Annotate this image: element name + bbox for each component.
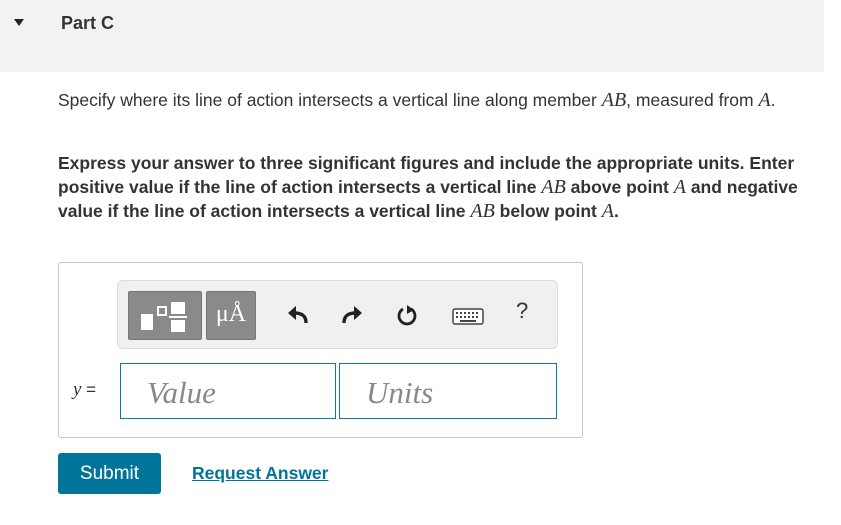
math-member: AB [541, 176, 566, 198]
help-button[interactable]: ? [516, 298, 528, 324]
undo-icon [288, 306, 308, 324]
variable-label: y = [73, 379, 96, 401]
question-text-segment: , measured from [626, 90, 759, 110]
question-text-segment: . [770, 90, 776, 110]
math-member: AB [470, 200, 495, 222]
units-input[interactable]: Units [339, 363, 557, 419]
question-text-segment: Specify where its line of action interse… [58, 90, 602, 110]
question-text: Specify where its line of action interse… [58, 89, 818, 111]
value-placeholder: Value [147, 375, 216, 410]
keyboard-button[interactable] [452, 303, 484, 329]
math-point: A [673, 176, 686, 198]
math-member: AB [601, 89, 627, 111]
units-button[interactable]: μÅ [206, 291, 256, 340]
instruction-segment: above point [565, 177, 674, 197]
collapse-caret-icon[interactable] [14, 19, 24, 26]
request-answer-link[interactable]: Request Answer [192, 463, 328, 484]
instruction-segment: . [613, 201, 619, 221]
reset-icon [397, 305, 417, 326]
templates-button[interactable] [128, 291, 202, 340]
units-symbol: μÅ [215, 301, 247, 327]
instruction-segment: below point [494, 201, 602, 221]
submit-button[interactable]: Submit [58, 453, 161, 494]
value-input[interactable]: Value [120, 363, 336, 419]
part-header[interactable]: Part C [0, 0, 824, 72]
answer-box: μÅ ? y = Value Units [58, 262, 583, 438]
equals-sign: = [81, 380, 97, 399]
redo-icon [342, 306, 362, 324]
redo-button[interactable] [338, 303, 364, 329]
undo-button[interactable] [286, 303, 312, 329]
reset-button[interactable] [394, 303, 420, 329]
part-title: Part C [61, 13, 115, 33]
math-point: A [601, 200, 614, 222]
math-toolbar: μÅ ? [117, 280, 558, 349]
keyboard-icon [452, 308, 484, 325]
math-point: A [758, 89, 771, 111]
answer-instructions: Express your answer to three significant… [58, 151, 828, 223]
units-placeholder: Units [366, 375, 434, 410]
